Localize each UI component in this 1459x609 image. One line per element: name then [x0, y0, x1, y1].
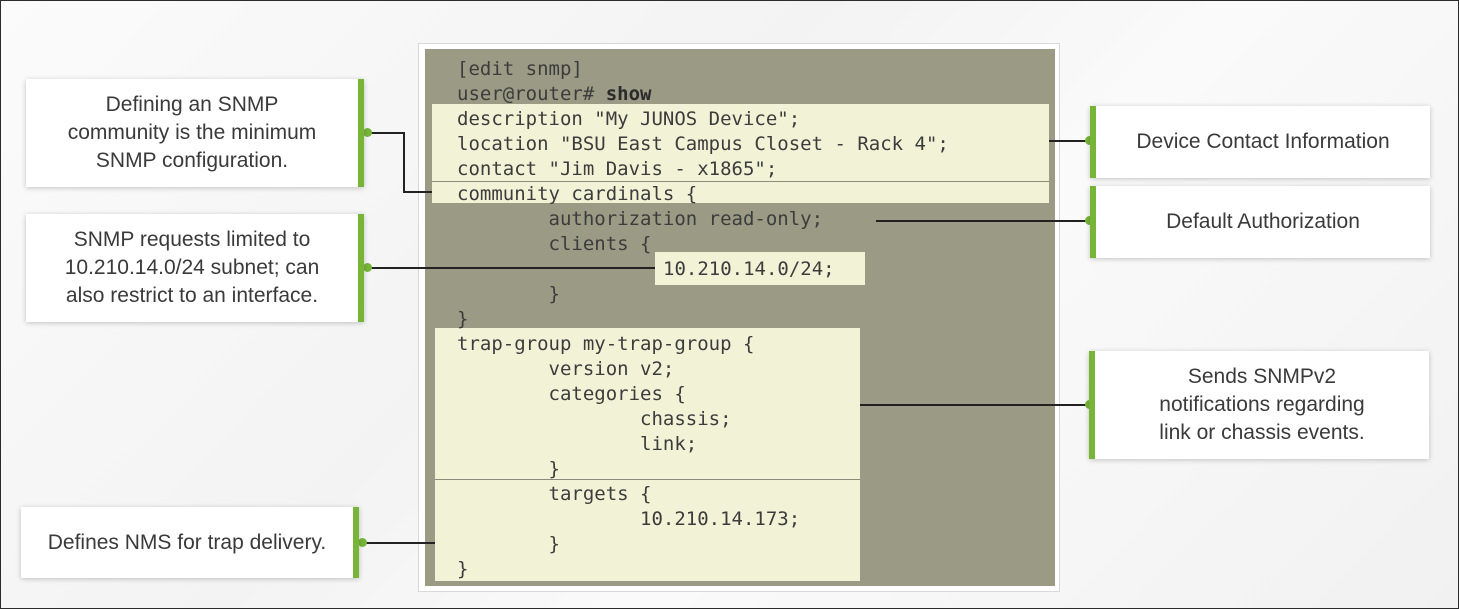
callout-authorization: Default Authorization	[1090, 186, 1430, 258]
callout-targets-text: Defines NMS for trap delivery.	[47, 530, 327, 554]
code-line: clients {	[457, 233, 652, 255]
code-line: }	[457, 558, 469, 580]
code-line: }	[457, 533, 560, 555]
callout-contact: Device Contact Information	[1090, 106, 1430, 178]
code-line: description "My JUNOS Device";	[457, 108, 801, 130]
code-line: authorization read-only;	[457, 208, 824, 230]
code-line: trap-group my-trap-group {	[457, 333, 755, 355]
code-line: categories {	[457, 383, 686, 405]
code-line: version v2;	[457, 358, 675, 380]
code-line: targets {	[457, 483, 652, 505]
callout-clients: SNMP requests limited to 10.210.14.0/24 …	[26, 214, 364, 322]
config-code: [edit snmp] user@router# show descriptio…	[457, 57, 949, 582]
code-line: link;	[457, 433, 698, 455]
callout-community-text: Defining an SNMP community is the minimu…	[67, 93, 317, 172]
code-prompt: user@router#	[457, 83, 606, 105]
connector-dot	[363, 263, 372, 272]
code-line: location "BSU East Campus Closet - Rack …	[457, 133, 949, 155]
code-line: [edit snmp]	[457, 58, 583, 80]
code-command: show	[605, 83, 652, 105]
code-line: contact "Jim Davis - x1865";	[457, 158, 778, 180]
connector-dot	[363, 128, 372, 137]
code-clients-subnet: 10.210.14.0/24;	[663, 258, 835, 280]
callout-trap: Sends SNMPv2 notifications regarding lin…	[1089, 351, 1429, 459]
callout-contact-text: Device Contact Information	[1136, 130, 1390, 153]
callout-authorization-text: Default Authorization	[1166, 210, 1360, 233]
code-line: community cardinals {	[457, 183, 698, 205]
callout-targets: Defines NMS for trap delivery.	[21, 507, 359, 578]
code-line: }	[457, 458, 560, 480]
connector-dot	[358, 538, 367, 547]
code-line: chassis;	[457, 408, 732, 430]
callout-community: Defining an SNMP community is the minimu…	[26, 79, 364, 187]
callout-clients-text: SNMP requests limited to 10.210.14.0/24 …	[64, 228, 320, 307]
code-line: }	[457, 308, 469, 330]
callout-trap-text: Sends SNMPv2 notifications regarding lin…	[1159, 365, 1365, 444]
code-line: }	[457, 283, 560, 305]
code-line: 10.210.14.173;	[457, 508, 801, 530]
